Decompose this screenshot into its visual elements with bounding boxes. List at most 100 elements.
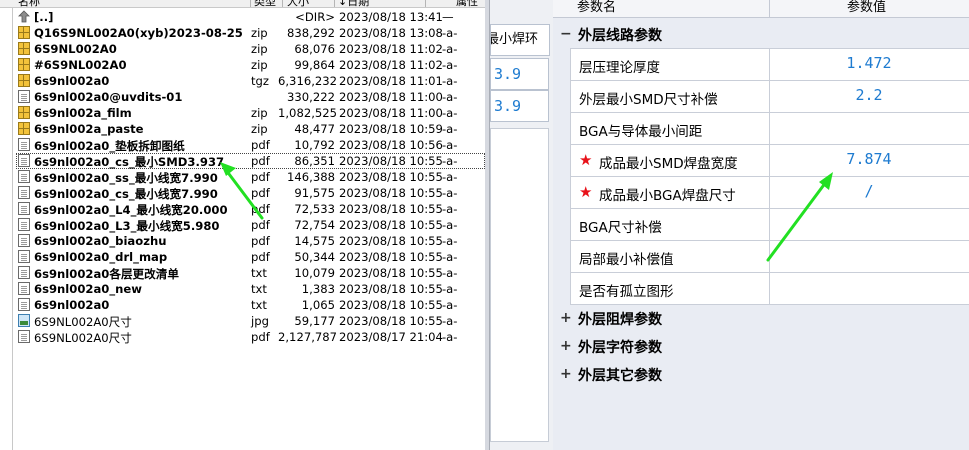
file-date: 2023/08/18 10:56 — [339, 138, 443, 152]
file-attr: -a- — [442, 282, 458, 296]
archive-icon — [18, 74, 30, 87]
file-date: 2023/08/18 11:02 — [339, 58, 443, 72]
param-value-cell[interactable] — [769, 273, 969, 304]
file-name: 6S9NL002A0尺寸 — [34, 315, 132, 329]
file-row[interactable]: 6s9nl002a_film zip 1,082,525 2023/08/18 11:… — [16, 105, 485, 121]
param-value-cell[interactable] — [769, 241, 969, 272]
file-row[interactable]: 6s9nl002a0 tgz 6,316,232 2023/08/18 11:01 -a… — [16, 73, 485, 89]
file-row[interactable]: Q16S9NL002A0(xyb)2023-08-25 zip 838,292 202… — [16, 25, 485, 41]
param-row[interactable]: 外层最小SMD尺寸补偿 2.2 — [570, 81, 969, 113]
file-attr: -a- — [442, 202, 458, 216]
file-attr: -a- — [442, 74, 458, 88]
file-size: 72,533 — [294, 202, 335, 216]
file-type: zip — [251, 58, 268, 72]
value-field[interactable]: 3.9 — [490, 90, 549, 122]
param-name-cell: 是否有孤立图形 — [570, 273, 770, 304]
column-separator[interactable] — [282, 0, 283, 7]
file-row[interactable]: #6S9NL002A0 zip 99,864 2023/08/18 11:02 -a- — [16, 57, 485, 73]
column-separator[interactable] — [250, 0, 251, 7]
column-separator[interactable] — [425, 0, 426, 7]
document-icon — [18, 202, 30, 215]
collapse-icon[interactable]: − — [560, 26, 572, 42]
file-row[interactable]: 6s9nl002a0_new txt 1,383 2023/08/18 10:55 -a… — [16, 281, 485, 297]
document-icon — [18, 154, 30, 167]
file-name: 6s9nl002a0_biaozhu — [34, 234, 167, 248]
group-outer-soldermask-params[interactable]: + 外层阻焊参数 — [553, 304, 969, 332]
expand-icon[interactable]: + — [560, 338, 572, 354]
file-row[interactable]: 6s9nl002a0@uvdits-01 330,222 2023/08/18 11… — [16, 89, 485, 105]
param-value[interactable]: 2.2 — [769, 86, 969, 104]
folder-up-icon — [18, 10, 30, 23]
param-value-cell[interactable]: / — [769, 177, 969, 208]
expand-icon[interactable]: + — [560, 310, 572, 326]
group-label: 外层字符参数 — [578, 340, 662, 356]
group-outer-other-params[interactable]: + 外层其它参数 — [553, 360, 969, 388]
file-date: 2023/08/18 13:41 — [339, 10, 443, 24]
param-row[interactable]: 局部最小补偿值 — [570, 241, 969, 273]
file-attr: -a- — [442, 170, 458, 184]
file-attr: -a- — [442, 154, 458, 168]
file-type: pdf — [251, 250, 270, 264]
param-value-cell[interactable]: 2.2 — [769, 81, 969, 112]
file-row[interactable]: 6s9nl002a0_drl_map pdf 50,344 2023/08/18 10… — [16, 249, 485, 265]
column-name[interactable]: 名称 — [18, 0, 40, 9]
param-name: 局部最小补偿值 — [579, 252, 674, 268]
param-name: 成品最小SMD焊盘宽度 — [599, 156, 738, 172]
file-type: pdf — [251, 138, 270, 152]
file-row[interactable]: 6s9nl002a0 txt 1,065 2023/08/18 10:55 -a- — [16, 297, 485, 313]
file-row[interactable]: 6s9nl002a0_cs_最小SMD3.937 pdf 86,351 2023/08… — [16, 153, 485, 169]
column-date[interactable]: ↓日期 — [338, 0, 369, 9]
param-value-cell[interactable] — [769, 209, 969, 240]
column-type[interactable]: 类型 — [254, 0, 276, 9]
column-size[interactable]: 大小 — [287, 0, 309, 9]
file-date: 2023/08/18 10:55 — [339, 266, 443, 280]
expand-icon[interactable]: + — [560, 366, 572, 382]
file-name: 6s9nl002a0_L4_最小线宽20.000 — [34, 203, 228, 217]
file-attr: -a- — [442, 266, 458, 280]
file-row[interactable]: 6s9nl002a_paste zip 48,477 2023/08/18 10:59… — [16, 121, 485, 137]
file-name: 6s9nl002a0_new — [34, 282, 142, 296]
param-value-cell[interactable] — [769, 113, 969, 144]
param-row[interactable]: 是否有孤立图形 — [570, 273, 969, 305]
file-row[interactable]: [..] <DIR> 2023/08/18 13:41— — [16, 9, 485, 25]
group-outer-legend-params[interactable]: + 外层字符参数 — [553, 332, 969, 360]
file-attr: -a- — [442, 186, 458, 200]
column-separator[interactable] — [334, 0, 335, 7]
file-row[interactable]: 6s9nl002a0_L3_最小线宽5.980 pdf 72,754 2023/08/… — [16, 217, 485, 233]
file-row[interactable]: 6S9NL002A0尺寸 jpg 59,177 2023/08/18 10:55 -a- — [16, 313, 485, 329]
file-row[interactable]: 6S9NL002A0 zip 68,076 2023/08/18 11:02 -a- — [16, 41, 485, 57]
file-row[interactable]: 6s9nl002a0_垫板拆卸图纸 pdf 10,792 2023/08/18 10:… — [16, 137, 485, 153]
file-row[interactable]: 6s9nl002a0_cs_最小线宽7.990 pdf 91,575 2023/08/… — [16, 185, 485, 201]
value-field[interactable]: 3.9 — [490, 58, 549, 90]
param-value-cell[interactable]: 1.472 — [769, 49, 969, 80]
param-name: 是否有孤立图形 — [579, 284, 674, 300]
file-list: [..] <DIR> 2023/08/18 13:41— Q16S9NL002A0(x… — [16, 9, 485, 345]
file-date: 2023/08/18 10:55 — [339, 234, 443, 248]
file-type: pdf — [251, 202, 270, 216]
param-row[interactable]: BGA尺寸补偿 — [570, 209, 969, 241]
panel-divider — [12, 0, 13, 450]
middle-panel: 最小焊环 3.9 3.9 — [485, 0, 553, 450]
file-type: pdf — [251, 170, 270, 184]
column-attr[interactable]: 属性 — [456, 0, 478, 9]
file-row[interactable]: 6s9nl002a0_ss_最小线宽7.990 pdf 146,388 2023/08… — [16, 169, 485, 185]
param-value-cell[interactable]: 7.874 — [769, 145, 969, 176]
tab-min-annular-ring[interactable]: 最小焊环 — [490, 24, 550, 56]
document-icon — [18, 330, 30, 343]
file-row[interactable]: 6s9nl002a0各层更改清单 txt 10,079 2023/08/18 10:5… — [16, 265, 485, 281]
file-size: 48,477 — [294, 122, 335, 136]
param-value[interactable]: 1.472 — [769, 54, 969, 72]
group-outer-trace-params[interactable]: − 外层线路参数 — [553, 20, 969, 48]
param-value[interactable]: / — [769, 182, 969, 200]
param-row[interactable]: 层压理论厚度 1.472 — [570, 48, 969, 81]
file-attr: -a- — [442, 298, 458, 312]
file-row[interactable]: 6S9NL002A0尺寸 pdf 2,127,787 2023/08/17 21:04… — [16, 329, 485, 345]
file-name: [..] — [34, 10, 54, 24]
file-row[interactable]: 6s9nl002a0_L4_最小线宽20.000 pdf 72,533 2023/08… — [16, 201, 485, 217]
param-row[interactable]: BGA与导体最小间距 — [570, 113, 969, 145]
param-row[interactable]: ★ 成品最小BGA焊盘尺寸 / — [570, 177, 969, 209]
file-row[interactable]: 6s9nl002a0_biaozhu pdf 14,575 2023/08/18 10… — [16, 233, 485, 249]
param-row[interactable]: ★ 成品最小SMD焊盘宽度 7.874 — [570, 145, 969, 177]
param-value[interactable]: 7.874 — [769, 150, 969, 168]
file-name: 6s9nl002a0_cs_最小SMD3.937 — [34, 155, 225, 169]
